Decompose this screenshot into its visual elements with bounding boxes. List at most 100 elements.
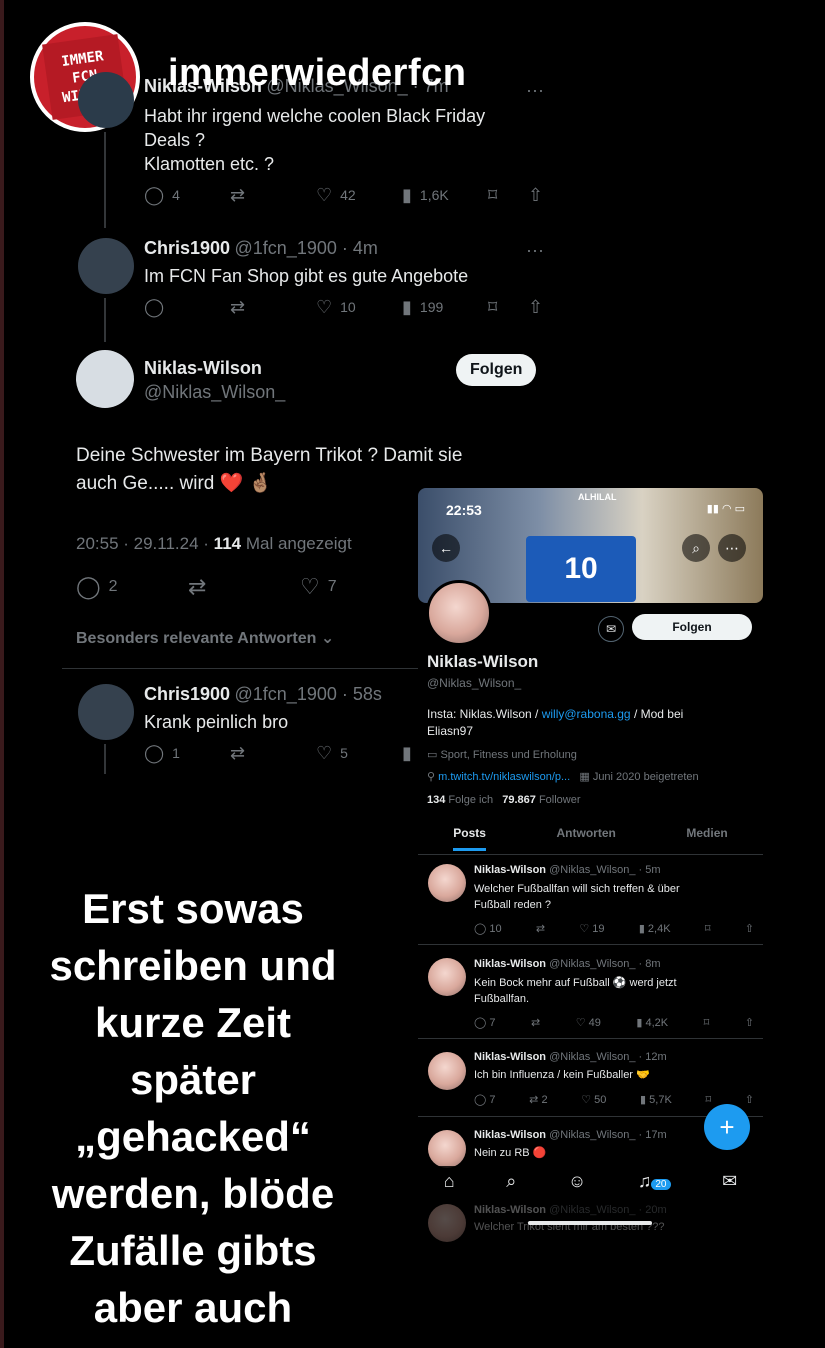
- sort-replies-dropdown[interactable]: Besonders relevante Antworten ⌄: [76, 628, 334, 648]
- search-icon[interactable]: ⌕: [682, 534, 710, 562]
- author-name[interactable]: Chris1900: [144, 238, 230, 258]
- tab-posts[interactable]: Posts: [453, 826, 486, 851]
- communities-icon[interactable]: ☺: [568, 1171, 586, 1192]
- avatar[interactable]: [78, 684, 134, 740]
- views-button[interactable]: ▮: [402, 744, 412, 762]
- bookmark-button[interactable]: ⌑: [488, 298, 497, 316]
- back-arrow-icon[interactable]: ←: [432, 534, 460, 562]
- reply-button[interactable]: ◯: [144, 298, 164, 316]
- retweet-icon: ⇄: [230, 743, 246, 763]
- following-count[interactable]: 134: [427, 794, 445, 806]
- brand-title: immerwiederfcn: [168, 52, 467, 94]
- follow-button[interactable]: Folgen: [632, 614, 752, 640]
- like-count: 49: [588, 1017, 601, 1029]
- bookmark-button[interactable]: ⌑: [488, 186, 497, 204]
- share-button[interactable]: ⇧: [528, 186, 543, 204]
- message-icon[interactable]: ✉: [598, 616, 624, 642]
- post-avatar[interactable]: [428, 1052, 466, 1090]
- post-avatar[interactable]: [428, 958, 466, 996]
- search-icon[interactable]: ⌕: [506, 1171, 516, 1192]
- like-button[interactable]: ♡ 10: [316, 298, 356, 316]
- share-button[interactable]: ⇧: [528, 298, 543, 316]
- reply-button[interactable]: ◯ 7: [474, 1093, 496, 1106]
- tab-replies[interactable]: Antworten: [557, 826, 616, 851]
- author-handle[interactable]: @Niklas_Wilson_: [144, 382, 285, 403]
- retweet-button[interactable]: ⇄: [230, 744, 245, 762]
- messages-icon[interactable]: ✉: [722, 1171, 737, 1192]
- profile-tabs: Posts Antworten Medien: [418, 826, 763, 851]
- post-author[interactable]: Niklas-Wilson: [474, 958, 546, 970]
- home-icon[interactable]: ⌂: [444, 1171, 455, 1192]
- like-button[interactable]: ♡ 50: [581, 1093, 606, 1106]
- like-button[interactable]: ♡ 7: [300, 576, 337, 598]
- avatar[interactable]: [78, 72, 134, 128]
- more-icon[interactable]: ···: [526, 240, 544, 261]
- views-button[interactable]: ▮ 4,2K: [636, 1016, 668, 1029]
- retweet-button[interactable]: ⇄ 2: [529, 1093, 547, 1106]
- bio-text: Insta: Niklas.Wilson /: [427, 707, 542, 721]
- following-label: Folge ich: [448, 794, 494, 806]
- post-author[interactable]: Niklas-Wilson: [474, 1204, 546, 1216]
- more-icon[interactable]: ⋯: [718, 534, 746, 562]
- views-icon: ▮: [402, 185, 412, 205]
- reply-button[interactable]: ◯ 10: [474, 922, 502, 935]
- bookmark-icon[interactable]: ⌑: [705, 922, 711, 935]
- divider: [418, 944, 763, 945]
- compose-button[interactable]: +: [704, 1104, 750, 1150]
- retweet-button[interactable]: ⇄: [188, 576, 206, 598]
- like-button[interactable]: ♡ 19: [579, 922, 604, 935]
- like-button[interactable]: ♡ 49: [576, 1016, 601, 1029]
- reply-button[interactable]: ◯ 1: [144, 744, 180, 762]
- author-handle[interactable]: @1fcn_1900 · 58s: [235, 684, 382, 704]
- author-name[interactable]: Chris1900: [144, 684, 230, 704]
- views-button[interactable]: ▮ 1,6K: [402, 186, 449, 204]
- post-author[interactable]: Niklas-Wilson: [474, 1051, 546, 1063]
- reply-icon: ◯: [144, 297, 165, 317]
- reply-button[interactable]: ◯ 4: [144, 186, 180, 204]
- post-text: Kein Bock mehr auf Fußball ⚽ werd jetzt …: [474, 975, 677, 1007]
- views-button[interactable]: ▮ 199: [402, 298, 443, 316]
- heart-icon: ♡: [316, 185, 333, 205]
- views-button[interactable]: ▮ 2,4K: [639, 922, 671, 935]
- post-author[interactable]: Niklas-Wilson: [474, 864, 546, 876]
- retweet-icon[interactable]: ⇄: [536, 922, 545, 935]
- post-author[interactable]: Niklas-Wilson: [474, 1129, 546, 1141]
- bookmark-icon[interactable]: ⌑: [704, 1016, 710, 1029]
- reply-button[interactable]: ◯ 2: [76, 576, 118, 598]
- main-author-name[interactable]: Niklas-Wilson: [144, 358, 262, 379]
- more-icon[interactable]: ···: [526, 80, 544, 101]
- divider: [418, 1038, 763, 1039]
- avatar[interactable]: [78, 238, 134, 294]
- author-handle[interactable]: @1fcn_1900 · 4m: [235, 238, 378, 258]
- views-button[interactable]: ▮ 5,7K: [640, 1093, 672, 1106]
- follow-button[interactable]: Folgen: [456, 354, 537, 386]
- like-button[interactable]: ♡ 5: [316, 744, 348, 762]
- avatar[interactable]: [76, 350, 134, 408]
- notifications-icon[interactable]: ♫ 20: [638, 1171, 671, 1192]
- caption-line: „gehacked“: [75, 1113, 311, 1160]
- post-line: Fußball reden ?: [474, 899, 552, 911]
- post-avatar[interactable]: [428, 864, 466, 902]
- share-icon[interactable]: ⇧: [745, 1093, 754, 1106]
- bio-link[interactable]: willy@rabona.gg: [542, 707, 631, 721]
- tab-media[interactable]: Medien: [686, 826, 727, 851]
- caption-line: aber auch: [93, 1284, 293, 1331]
- retweet-icon[interactable]: ⇄: [531, 1016, 540, 1029]
- retweet-button[interactable]: ⇄: [230, 298, 245, 316]
- website-link[interactable]: m.twitch.tv/niklaswilson/p...: [438, 771, 570, 783]
- share-icon[interactable]: ⇧: [745, 1016, 754, 1029]
- reply-count: 7: [489, 1094, 496, 1106]
- retweet-button[interactable]: ⇄: [230, 186, 245, 204]
- like-button[interactable]: ♡ 42: [316, 186, 356, 204]
- share-icon[interactable]: ⇧: [745, 922, 754, 935]
- view-count: 114: [213, 534, 242, 553]
- bookmark-icon[interactable]: ⌑: [705, 1093, 711, 1106]
- profile-handle: @Niklas_Wilson_: [427, 676, 522, 690]
- jersey-image: 10: [526, 536, 636, 602]
- profile-avatar[interactable]: [426, 580, 492, 646]
- followers-count[interactable]: 79.867: [502, 794, 536, 806]
- view-label: Mal angezeigt: [241, 534, 352, 553]
- reply-button[interactable]: ◯ 7: [474, 1016, 496, 1029]
- post-avatar[interactable]: [428, 1130, 466, 1168]
- post-avatar[interactable]: [428, 1204, 466, 1242]
